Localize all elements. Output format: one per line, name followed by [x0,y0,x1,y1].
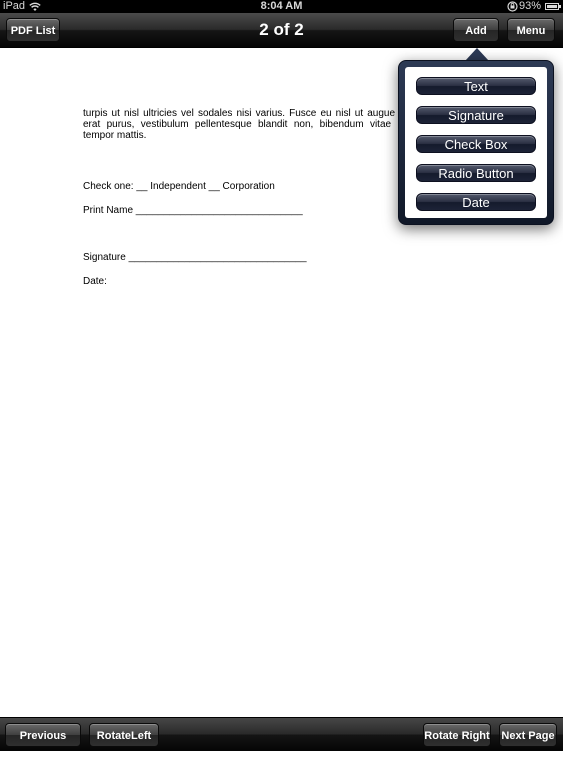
add-radio-button-button[interactable]: Radio Button [416,164,536,182]
status-bar: iPad 8:04 AM 93% [0,0,563,13]
orientation-lock-icon [507,1,518,12]
add-popover-content: Text Signature Check Box Radio Button Da… [405,67,547,218]
next-page-button[interactable]: Next Page [499,723,557,747]
add-signature-button[interactable]: Signature [416,106,536,124]
add-date-button[interactable]: Date [416,193,536,211]
print-name-line: Print Name _____________________________… [83,205,303,216]
add-text-button[interactable]: Text [416,77,536,95]
signature-line: Signature ______________________________… [83,252,307,263]
date-line: Date: [83,276,107,287]
add-popover: Text Signature Check Box Radio Button Da… [398,60,554,225]
add-button[interactable]: Add [453,18,499,42]
battery-icon [545,3,561,10]
status-time: 8:04 AM [260,0,303,12]
rotate-left-button[interactable]: RotateLeft [89,723,159,747]
navigation-bar: PDF List 2 of 2 Add Menu [0,13,563,48]
battery-percent: 93% [518,0,541,12]
previous-page-button[interactable]: Previous Page [5,723,81,766]
bottom-toolbar: Previous Page RotateLeft Rotate Right Ne… [0,717,563,766]
add-check-box-button[interactable]: Check Box [416,135,536,153]
rotate-right-button[interactable]: Rotate Right [423,723,491,747]
check-one-line: Check one: __ Independent __ Corporation [83,181,275,192]
menu-button[interactable]: Menu [507,18,555,42]
document-paragraph: turpis ut nisl ultricies vel sodales nis… [83,108,413,141]
